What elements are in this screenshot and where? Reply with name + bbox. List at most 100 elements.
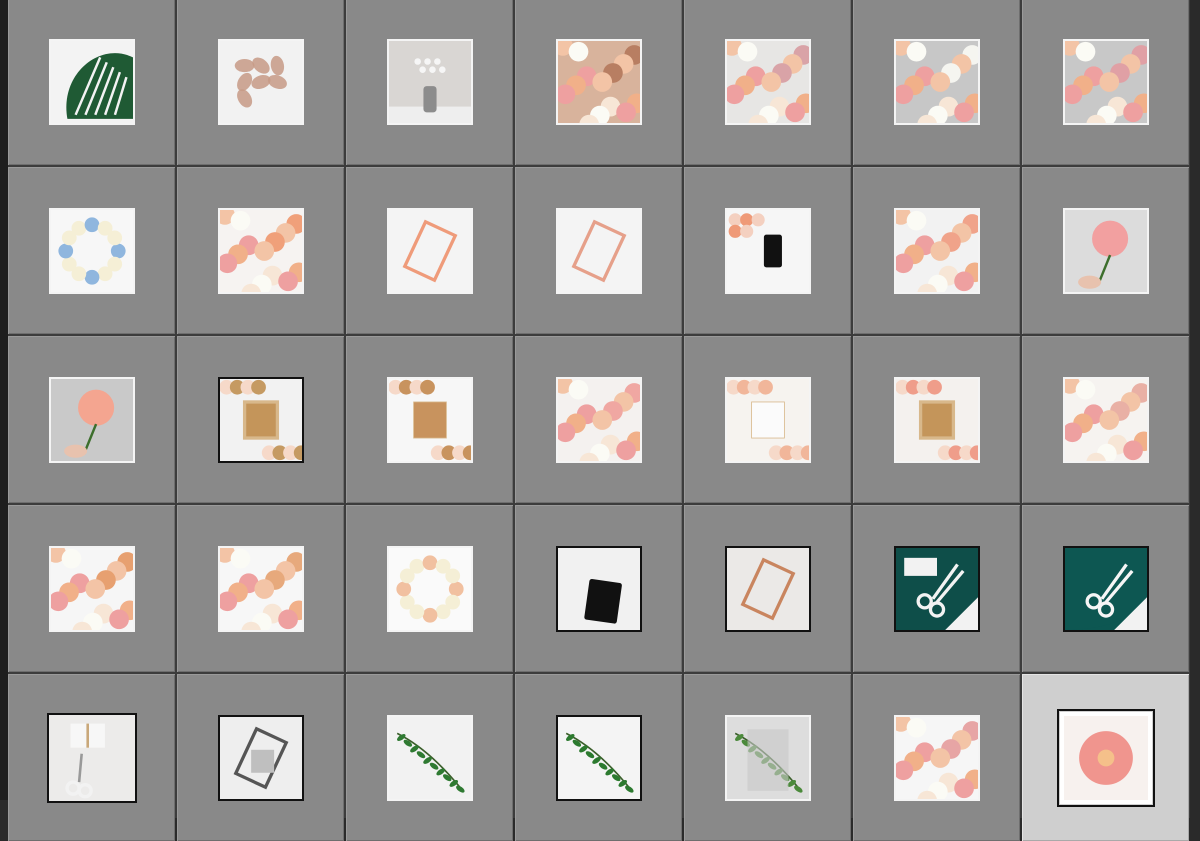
thumbnail-image — [724, 38, 811, 125]
grid-cell-teal-scissors-2[interactable] — [1022, 505, 1189, 672]
grid-cell-single-peony[interactable] — [1022, 674, 1189, 841]
thumbnail-image — [555, 545, 642, 632]
thumbnail-image — [555, 38, 642, 125]
thumbnail-image — [48, 207, 135, 294]
thumbnail-image — [217, 545, 304, 632]
grid-cell-vase-cotton[interactable] — [346, 0, 513, 165]
thumbnail-image — [217, 714, 304, 801]
grid-cell-flower-border[interactable] — [853, 674, 1020, 841]
thumbnail-image — [893, 714, 980, 801]
thumbnail-grid — [8, 0, 1190, 841]
grid-cell-green-sprig[interactable] — [684, 674, 851, 841]
thumbnail-image — [893, 545, 980, 632]
thumbnail-photo — [388, 716, 471, 799]
grid-cell-teal-scissors[interactable] — [853, 505, 1020, 672]
thumbnail-photo — [1064, 209, 1147, 292]
grid-cell-green-vine-2[interactable] — [515, 674, 682, 841]
thumbnail-photo — [50, 40, 133, 123]
grid-cell-phone-flatlay[interactable] — [684, 167, 851, 334]
thumbnail-photo — [557, 209, 640, 292]
thumbnail-photo — [726, 547, 809, 630]
thumbnail-image — [217, 38, 304, 125]
thumbnail-photo — [895, 40, 978, 123]
thumbnail-image — [1056, 708, 1155, 807]
grid-cell-flowers-side[interactable] — [1022, 336, 1189, 503]
panel-left-edge — [0, 0, 8, 800]
thumbnail-image — [893, 207, 980, 294]
thumbnail-photo — [557, 716, 640, 799]
thumbnail-photo — [726, 40, 809, 123]
grid-cell-succulent[interactable] — [177, 0, 344, 165]
thumbnail-photo — [219, 40, 302, 123]
thumbnail-image — [217, 376, 304, 463]
grid-cell-roses-clipboard[interactable] — [346, 167, 513, 334]
thumbnail-photo — [557, 378, 640, 461]
thumbnail-image — [48, 376, 135, 463]
grid-cell-flowers-spread[interactable] — [515, 336, 682, 503]
grid-cell-roses-corner[interactable] — [8, 505, 175, 672]
thumbnail-photo — [1064, 40, 1147, 123]
grid-cell-flower-shop[interactable] — [684, 0, 851, 165]
thumbnail-photo — [726, 209, 809, 292]
grid-cell-rose-gold-clip[interactable] — [684, 505, 851, 672]
grid-cell-card-flowers[interactable] — [346, 336, 513, 503]
thumbnail-image — [893, 376, 980, 463]
thumbnail-photo — [1063, 715, 1148, 800]
thumbnail-image — [893, 38, 980, 125]
grid-cell-white-peonies[interactable] — [853, 0, 1020, 165]
thumbnail-photo — [388, 209, 471, 292]
thumbnail-photo — [50, 378, 133, 461]
grid-cell-hand-rose-2[interactable] — [8, 336, 175, 503]
thumbnail-photo — [895, 547, 978, 630]
thumbnail-image — [724, 376, 811, 463]
grid-cell-clipboard-flatlay[interactable] — [515, 167, 682, 334]
grid-cell-flower-wreath-blue[interactable] — [8, 167, 175, 334]
thumbnail-photo — [388, 378, 471, 461]
thumbnail-photo — [50, 209, 133, 292]
thumbnail-image — [1062, 376, 1149, 463]
thumbnail-photo — [219, 209, 302, 292]
thumbnail-image — [1062, 207, 1149, 294]
grid-cell-card-center[interactable] — [684, 336, 851, 503]
thumbnail-image — [217, 207, 304, 294]
thumbnail-image — [555, 207, 642, 294]
grid-cell-roses-edge[interactable] — [177, 505, 344, 672]
thumbnail-image — [386, 714, 473, 801]
grid-cell-peony-grid[interactable] — [1022, 0, 1189, 165]
thumbnail-photo — [50, 547, 133, 630]
thumbnail-photo — [1064, 547, 1147, 630]
grid-cell-monstera-leaf[interactable] — [8, 0, 175, 165]
thumbnail-image — [555, 714, 642, 801]
thumbnail-photo — [557, 547, 640, 630]
grid-cell-card-frame[interactable] — [853, 336, 1020, 503]
thumbnail-photo — [726, 716, 809, 799]
grid-cell-rose-arrangement[interactable] — [177, 167, 344, 334]
thumbnail-image — [724, 714, 811, 801]
grid-cell-phone-clips[interactable] — [515, 505, 682, 672]
thumbnail-photo — [388, 40, 471, 123]
thumbnail-photo — [219, 547, 302, 630]
thumbnail-image — [386, 545, 473, 632]
grid-cell-peach-roses-dense[interactable] — [515, 0, 682, 165]
grid-cell-scissors-gift[interactable] — [8, 674, 175, 841]
grid-cell-rose-cluster[interactable] — [853, 167, 1020, 334]
thumbnail-photo — [1064, 378, 1147, 461]
thumbnail-photo — [895, 716, 978, 799]
thumbnail-image — [386, 376, 473, 463]
thumbnail-photo — [219, 716, 302, 799]
thumbnail-image — [46, 712, 137, 803]
grid-cell-frame-flowers[interactable] — [177, 336, 344, 503]
thumbnail-image — [48, 545, 135, 632]
thumbnail-photo — [557, 40, 640, 123]
thumbnail-image — [1062, 38, 1149, 125]
thumbnail-image — [724, 207, 811, 294]
thumbnail-photo — [219, 378, 302, 461]
grid-cell-card-clip-plant[interactable] — [177, 674, 344, 841]
grid-cell-hand-rose[interactable] — [1022, 167, 1189, 334]
grid-cell-white-wreath[interactable] — [346, 505, 513, 672]
thumbnail-image — [1062, 545, 1149, 632]
thumbnail-photo — [388, 547, 471, 630]
thumbnail-photo — [48, 714, 135, 801]
thumbnail-image — [555, 376, 642, 463]
grid-cell-green-vine[interactable] — [346, 674, 513, 841]
